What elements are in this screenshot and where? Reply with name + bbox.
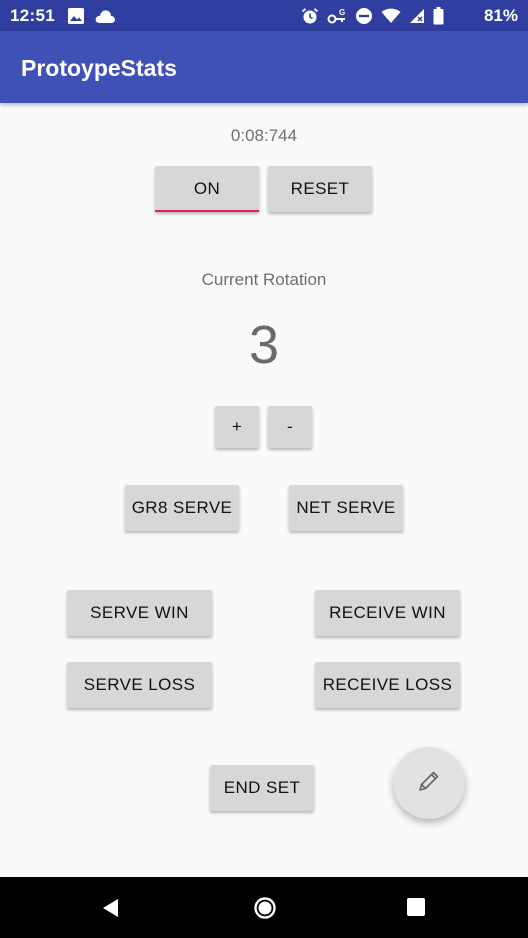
timer-display: 0:08:744 xyxy=(230,126,298,145)
end-set-button[interactable]: END SET xyxy=(210,765,314,811)
do-not-disturb-icon xyxy=(355,7,373,25)
alarm-icon xyxy=(301,7,319,25)
cloud-icon xyxy=(94,8,116,24)
status-time: 12:51 xyxy=(10,6,55,25)
signal-icon xyxy=(409,8,425,24)
rotation-label: Current Rotation xyxy=(201,270,327,289)
navigation-bar xyxy=(0,877,528,938)
edit-fab[interactable] xyxy=(393,747,465,819)
svg-text:G: G xyxy=(339,8,345,17)
back-icon[interactable] xyxy=(100,897,122,924)
status-bar: 12:51 G 81% xyxy=(0,0,528,31)
rotation-minus-button[interactable]: - xyxy=(268,406,312,448)
gr8-serve-button[interactable]: GR8 SERVE xyxy=(125,485,239,531)
rotation-plus-button[interactable]: + xyxy=(215,406,259,448)
rotation-value: 3 xyxy=(248,315,280,375)
app-bar: ProtoypeStats xyxy=(0,31,528,103)
battery-icon xyxy=(433,7,444,25)
wifi-icon xyxy=(381,8,401,24)
on-button[interactable]: ON xyxy=(155,166,259,212)
net-serve-button[interactable]: NET SERVE xyxy=(289,485,403,531)
battery-percentage: 81% xyxy=(483,6,518,25)
reset-button[interactable]: RESET xyxy=(268,166,372,212)
vpn-key-icon: G xyxy=(327,7,347,25)
serve-win-button[interactable]: SERVE WIN xyxy=(67,590,212,636)
pencil-icon xyxy=(416,768,442,799)
status-notification-icons xyxy=(67,6,116,26)
receive-win-button[interactable]: RECEIVE WIN xyxy=(315,590,460,636)
app-title: ProtoypeStats xyxy=(21,55,177,81)
image-icon xyxy=(67,7,85,25)
recents-icon[interactable] xyxy=(406,897,426,922)
serve-loss-button[interactable]: SERVE LOSS xyxy=(67,662,212,708)
status-system-icons: G xyxy=(301,6,444,26)
receive-loss-button[interactable]: RECEIVE LOSS xyxy=(315,662,460,708)
home-icon[interactable] xyxy=(253,896,277,925)
